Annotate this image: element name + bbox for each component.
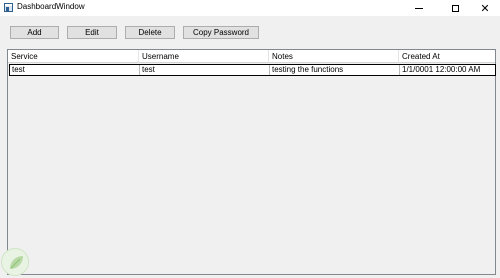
cell-service[interactable]: test bbox=[10, 65, 140, 75]
column-header-created-at[interactable]: Created At bbox=[399, 50, 495, 63]
window-title: DashboardWindow bbox=[17, 2, 85, 11]
edit-button[interactable]: Edit bbox=[67, 26, 117, 39]
column-header-username[interactable]: Username bbox=[139, 50, 269, 63]
copy-password-button[interactable]: Copy Password bbox=[183, 26, 259, 39]
cell-created-at[interactable]: 1/1/0001 12:00:00 AM bbox=[400, 65, 496, 75]
maximize-icon bbox=[451, 4, 459, 12]
close-button[interactable]: ✕ bbox=[470, 0, 500, 16]
dashboard-window: DashboardWindow ✕ Add Edit Delete Copy P… bbox=[0, 0, 500, 278]
title-bar[interactable]: DashboardWindow ✕ bbox=[0, 0, 500, 16]
minimize-icon bbox=[415, 7, 423, 9]
cell-notes[interactable]: testing the functions bbox=[270, 65, 400, 75]
minimize-button[interactable] bbox=[404, 0, 434, 16]
column-header-notes[interactable]: Notes bbox=[269, 50, 399, 63]
column-header-service[interactable]: Service bbox=[8, 50, 139, 63]
maximize-button[interactable] bbox=[440, 0, 470, 16]
delete-button[interactable]: Delete bbox=[125, 26, 175, 39]
close-icon: ✕ bbox=[480, 1, 490, 15]
table-header: Service Username Notes Created At bbox=[8, 50, 495, 63]
table-row[interactable]: test test testing the functions 1/1/0001… bbox=[9, 64, 496, 76]
add-button[interactable]: Add bbox=[10, 26, 59, 39]
cell-username[interactable]: test bbox=[140, 65, 270, 75]
credentials-table[interactable]: Service Username Notes Created At test t… bbox=[7, 49, 496, 275]
leaf-watermark-icon bbox=[1, 248, 29, 276]
window-app-icon bbox=[4, 3, 13, 12]
